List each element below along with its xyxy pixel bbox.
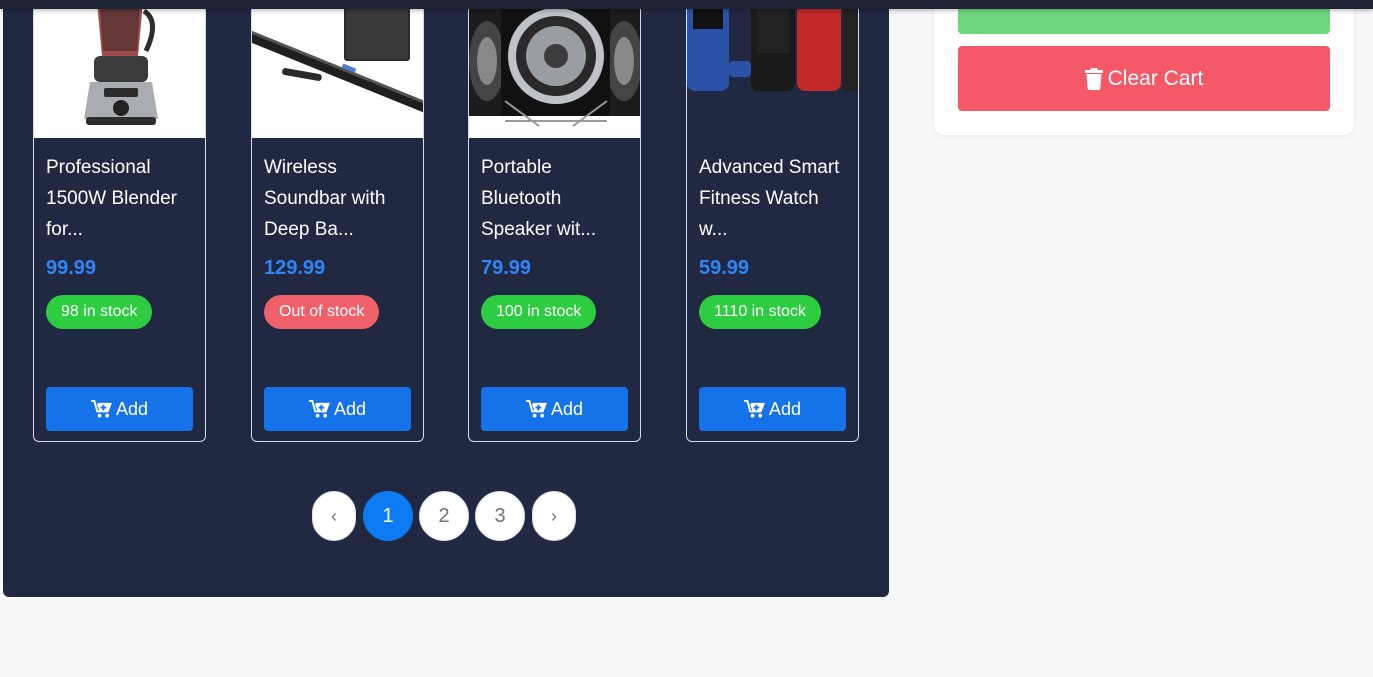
cart-panel: Clear Cart bbox=[934, 0, 1354, 135]
products-panel: Professional 1500W Blender for... 99.99 … bbox=[3, 0, 889, 597]
add-label: Add bbox=[768, 398, 802, 419]
prev-page-button[interactable]: ‹ bbox=[312, 491, 356, 541]
product-image[interactable] bbox=[252, 0, 423, 138]
pagination: ‹ 1 2 3 › bbox=[3, 491, 889, 543]
fitness-watch-icon bbox=[687, 0, 858, 91]
soundbar-icon bbox=[252, 1, 423, 113]
product-title[interactable]: Professional 1500W Blender for... bbox=[46, 152, 196, 245]
product-title[interactable]: Advanced Smart Fitness Watch w... bbox=[699, 152, 849, 245]
product-card: Professional 1500W Blender for... 99.99 … bbox=[33, 0, 206, 442]
cart-plus-icon bbox=[309, 399, 330, 418]
cart-plus-icon bbox=[526, 399, 547, 418]
product-price: 99.99 bbox=[46, 257, 97, 279]
product-price: 59.99 bbox=[699, 257, 750, 279]
stock-badge: Out of stock bbox=[264, 295, 380, 329]
stock-badge: 98 in stock bbox=[46, 295, 153, 329]
stock-badge: 1110 in stock bbox=[699, 295, 821, 329]
add-to-cart-button[interactable]: Add bbox=[699, 387, 846, 431]
blender-icon bbox=[84, 0, 158, 125]
product-card: Portable Bluetooth Speaker wit... 79.99 … bbox=[468, 0, 641, 442]
add-to-cart-button[interactable]: Add bbox=[264, 387, 411, 431]
add-label: Add bbox=[333, 398, 367, 419]
cart-plus-icon bbox=[744, 399, 765, 418]
cart-plus-icon bbox=[91, 399, 112, 418]
add-to-cart-button[interactable]: Add bbox=[46, 387, 193, 431]
clear-cart-label: Clear Cart bbox=[1107, 66, 1204, 90]
trash-icon bbox=[1084, 67, 1103, 90]
add-to-cart-button[interactable]: Add bbox=[481, 387, 628, 431]
next-page-button[interactable]: › bbox=[532, 491, 576, 541]
product-image[interactable] bbox=[34, 0, 205, 138]
page-1-button[interactable]: 1 bbox=[363, 491, 413, 541]
clear-cart-button[interactable]: Clear Cart bbox=[958, 46, 1330, 111]
product-card: Advanced Smart Fitness Watch w... 59.99 … bbox=[686, 0, 859, 442]
page-3-button[interactable]: 3 bbox=[475, 491, 525, 541]
product-image[interactable] bbox=[687, 0, 858, 138]
page-2-button[interactable]: 2 bbox=[419, 491, 469, 541]
product-price: 79.99 bbox=[481, 257, 532, 279]
product-card: Wireless Soundbar with Deep Ba... 129.99… bbox=[251, 0, 424, 442]
product-title[interactable]: Wireless Soundbar with Deep Ba... bbox=[264, 152, 414, 245]
add-label: Add bbox=[550, 398, 584, 419]
speaker-icon bbox=[469, 0, 640, 138]
product-price: 129.99 bbox=[264, 257, 326, 279]
product-title[interactable]: Portable Bluetooth Speaker wit... bbox=[481, 152, 631, 245]
stock-badge: 100 in stock bbox=[481, 295, 597, 329]
top-navbar bbox=[0, 0, 1373, 9]
add-label: Add bbox=[115, 398, 149, 419]
product-image[interactable] bbox=[469, 0, 640, 138]
